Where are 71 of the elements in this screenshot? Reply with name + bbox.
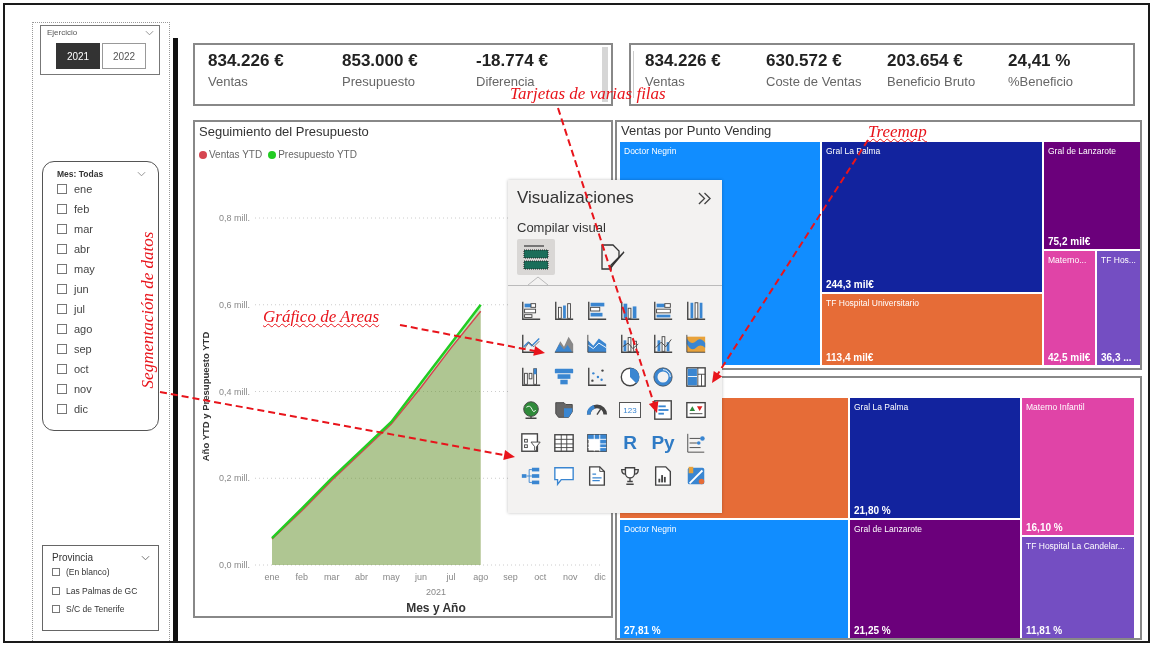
month-label: nov bbox=[74, 383, 92, 395]
y-tick-label: 0,2 mill. bbox=[219, 473, 250, 484]
province-label: Las Palmas de GC bbox=[66, 585, 138, 596]
tile-value: 75,2 mil€ bbox=[1048, 236, 1091, 247]
chart-title: Seguimiento del Presupuesto bbox=[199, 124, 370, 139]
y-tick-label: 0,4 mill. bbox=[219, 386, 250, 397]
x-tick-label: ene bbox=[264, 572, 280, 582]
x-tick-label: dic bbox=[594, 572, 606, 582]
annotation-text: Gráfico de Areas bbox=[263, 307, 380, 327]
slicer-title: Mes: Todas bbox=[57, 169, 104, 179]
pane-title: Visualizaciones bbox=[517, 188, 634, 208]
month-label: dic bbox=[74, 403, 89, 415]
x-tick-label: jul bbox=[446, 572, 456, 582]
tile-value: 244,3 mil€ bbox=[826, 279, 874, 290]
month-label: jun bbox=[74, 283, 89, 295]
kpi-value: -18.774 € bbox=[476, 51, 549, 71]
x-tick-label: mar bbox=[323, 572, 340, 582]
y-tick-label: 0,8 mill. bbox=[219, 213, 250, 223]
x-tick-label: feb bbox=[295, 572, 309, 582]
kpi-value: 24,41 % bbox=[1008, 51, 1072, 71]
kpi-value: 203.654 € bbox=[887, 51, 964, 71]
kpi-label: Diferencia bbox=[476, 74, 535, 89]
y-tick-label: 0,0 mill. bbox=[219, 560, 250, 570]
kpi-label: Ventas bbox=[208, 74, 249, 89]
legend-label: Ventas YTD bbox=[209, 149, 263, 160]
month-label: ago bbox=[74, 323, 93, 335]
province-label: S/C de Tenerife bbox=[66, 604, 125, 615]
slicer-title: Provincia bbox=[52, 552, 94, 563]
x-axis-title: Mes y Año bbox=[406, 601, 466, 615]
month-label: mar bbox=[74, 223, 93, 235]
kpi-label: Ventas bbox=[645, 74, 686, 89]
annotation-text: Treemap bbox=[868, 122, 927, 142]
tile-value: 11,81 % bbox=[1026, 625, 1063, 636]
month-label: jul bbox=[74, 303, 85, 315]
month-label: ene bbox=[74, 183, 93, 195]
month-label: feb bbox=[74, 203, 90, 215]
month-label: abr bbox=[74, 243, 90, 255]
x-group-label: 2021 bbox=[426, 587, 446, 597]
tile-value: 21,80 % bbox=[854, 505, 891, 516]
chart-title: Ventas por Punto Vending bbox=[621, 123, 772, 140]
province-label: (En blanco) bbox=[66, 567, 110, 578]
slicer-title: Ejercicio bbox=[47, 28, 78, 37]
x-tick-label: may bbox=[382, 572, 400, 582]
legend-label: Presupuesto YTD bbox=[278, 149, 357, 160]
x-tick-label: abr bbox=[354, 572, 368, 582]
kpi-label: Beneficio Bruto bbox=[887, 74, 977, 89]
kpi-label: Coste de Ventas bbox=[766, 74, 863, 89]
tile-value: 16,10 % bbox=[1026, 522, 1063, 533]
kpi-label: Presupuesto bbox=[342, 74, 416, 89]
tile-value: 113,4 mil€ bbox=[826, 352, 874, 363]
x-tick-label: sep bbox=[503, 572, 518, 582]
tile-value: 27,81 % bbox=[624, 625, 661, 636]
month-label: oct bbox=[74, 363, 89, 375]
month-label: may bbox=[74, 263, 95, 275]
y-tick-label: 0,6 mill. bbox=[219, 299, 250, 310]
tile-value: 42,5 mil€ bbox=[1048, 352, 1091, 363]
kpi-value: 853.000 € bbox=[342, 51, 419, 71]
kpi-value: 834.226 € bbox=[208, 51, 285, 71]
x-tick-label: oct bbox=[534, 572, 547, 582]
kpi-value: 834.226 € bbox=[645, 51, 722, 71]
kpi-value: 630.572 € bbox=[766, 51, 843, 71]
x-tick-label: jun bbox=[415, 572, 428, 582]
x-tick-label: ago bbox=[473, 572, 489, 582]
annotation-text: Segmentación de datos bbox=[138, 230, 158, 391]
tile-value: 36,3 ... bbox=[1101, 352, 1132, 363]
y-axis-title: Año YTD y Presupuesto YTD bbox=[200, 331, 211, 462]
kpi-label: %Beneficio bbox=[1008, 74, 1075, 89]
month-label: sep bbox=[74, 343, 92, 355]
pane-subtitle: Compilar visual bbox=[517, 220, 607, 235]
x-tick-label: nov bbox=[562, 572, 578, 582]
tile-value: 21,25 % bbox=[854, 625, 891, 636]
